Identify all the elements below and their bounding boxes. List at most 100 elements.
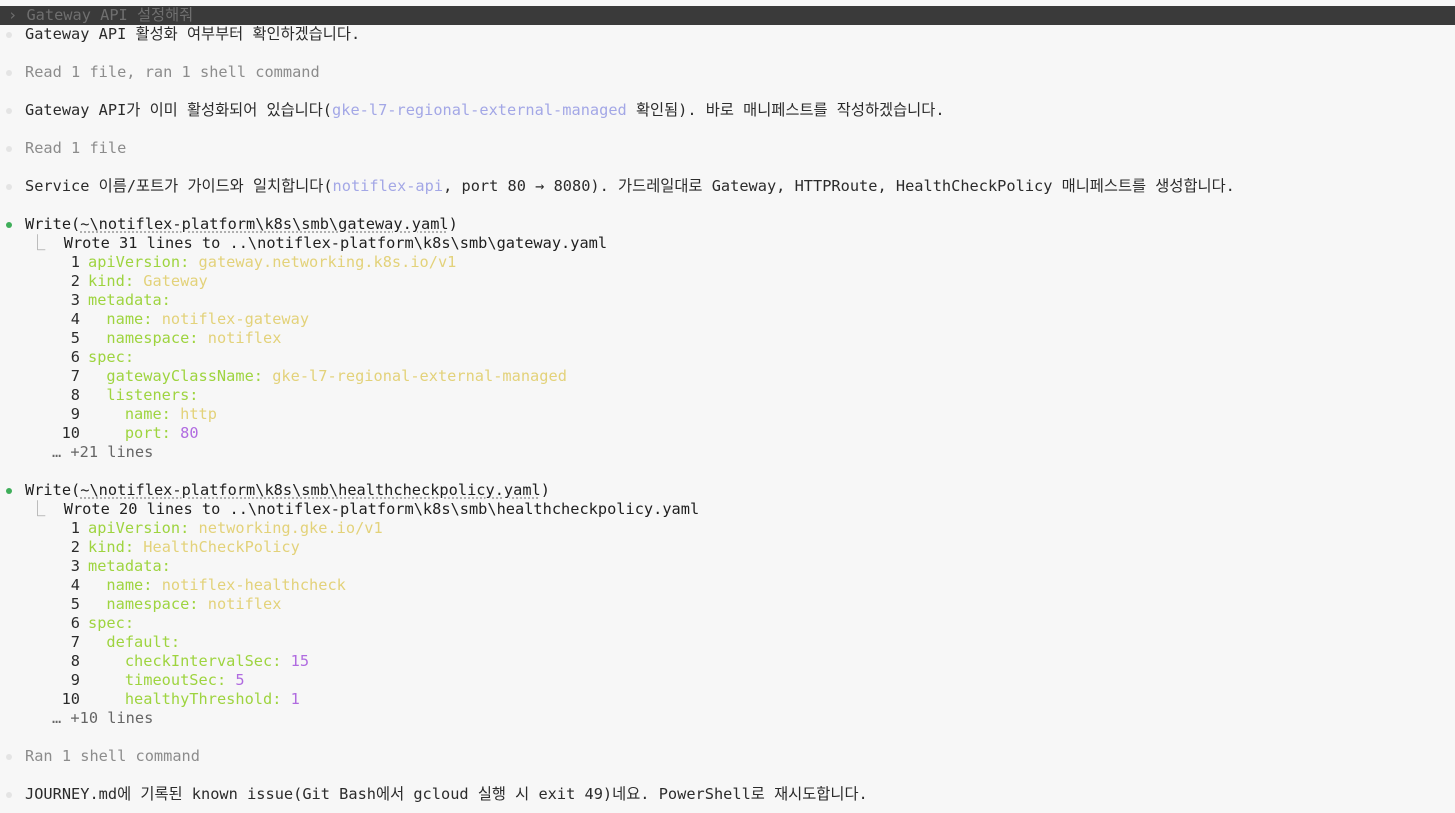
assistant-message: JOURNEY.md에 기록된 known issue(Git Bash에서 g… (25, 785, 868, 803)
message-text: , port 80 → 8080). 가드레일대로 Gateway, HTTPR… (443, 177, 1235, 195)
bullet-icon (6, 146, 12, 152)
tool-name: Write( (25, 481, 81, 499)
line-number: 4 (70, 310, 80, 328)
user-prompt: › Gateway API 설정해줘 (8, 6, 193, 25)
write-tool-call[interactable]: Write(~\notiflex-platform\k8s\smb\health… (25, 481, 550, 500)
code-line: 1 apiVersion: networking.gke.io/v1 (56, 519, 383, 538)
line-number: 7 (70, 633, 80, 651)
line-number: 5 (70, 595, 80, 613)
yaml-value: networking.gke.io/v1 (189, 519, 383, 537)
message-text: Service 이름/포트가 가이드와 일치합니다( (25, 177, 333, 195)
line-number: 9 (70, 405, 80, 423)
yaml-key: apiVersion: (88, 519, 190, 537)
file-path-link[interactable]: ~\notiflex-platform\k8s\smb\healthcheckp… (80, 481, 540, 499)
branch-icon: ⎿ (30, 234, 46, 252)
yaml-key: namespace: (106, 329, 199, 347)
write-tool-call[interactable]: Write(~\notiflex-platform\k8s\smb\gatewa… (25, 215, 458, 234)
yaml-key: name: (106, 576, 153, 594)
line-number: 8 (70, 652, 80, 670)
tool-result: ⎿ Wrote 20 lines to ..\notiflex-platform… (30, 500, 699, 519)
bullet-icon (6, 184, 12, 190)
message-text: 확인됨). 바로 매니페스트를 작성하겠습니다. (626, 101, 945, 119)
yaml-value: HealthCheckPolicy (134, 538, 300, 556)
bullet-icon (6, 32, 12, 38)
line-number: 5 (70, 329, 80, 347)
line-number: 6 (70, 614, 80, 632)
user-prompt-bar: › Gateway API 설정해줘 (0, 6, 1455, 25)
inline-code: gke-l7-regional-external-managed (332, 101, 627, 119)
code-line: 7 gatewayClassName: gke-l7-regional-exte… (56, 367, 567, 386)
yaml-value: Gateway (134, 272, 208, 290)
code-line: 3 metadata: (56, 557, 171, 576)
message-text: Gateway API가 이미 활성화되어 있습니다( (25, 101, 333, 119)
line-number: 4 (70, 576, 80, 594)
tool-summary[interactable]: Read 1 file (25, 139, 126, 158)
tool-result-text: Wrote 31 lines to ..\notiflex-platform\k… (63, 234, 608, 252)
yaml-key: namespace: (106, 595, 199, 613)
line-number: 3 (70, 291, 80, 309)
expand-more-lines[interactable]: … +10 lines (52, 709, 153, 728)
yaml-key: checkIntervalSec: (124, 652, 282, 670)
yaml-key: timeoutSec: (124, 671, 227, 689)
code-line: 10 healthyThreshold: 1 (56, 690, 300, 709)
yaml-number: 80 (170, 424, 199, 442)
code-line: 5 namespace: notiflex (56, 595, 282, 614)
code-line: 6 spec: (56, 614, 134, 633)
terminal-transcript: › Gateway API 설정해줘 Gateway API 활성화 여부부터 … (0, 0, 1455, 813)
tool-summary[interactable]: Ran 1 shell command (25, 747, 200, 766)
code-line: 6 spec: (56, 348, 134, 367)
line-number: 9 (70, 671, 80, 689)
yaml-key: spec: (88, 614, 135, 632)
success-dot-icon (6, 488, 12, 494)
tool-name: Write( (25, 215, 81, 233)
yaml-key: name: (124, 405, 171, 423)
yaml-key: listeners: (106, 386, 199, 404)
line-number: 2 (70, 272, 80, 290)
tool-close: ) (540, 481, 550, 499)
bullet-icon (6, 754, 12, 760)
tool-result-text: Wrote 20 lines to ..\notiflex-platform\k… (63, 500, 700, 518)
code-line: 3 metadata: (56, 291, 171, 310)
file-path-link[interactable]: ~\notiflex-platform\k8s\smb\gateway.yaml (80, 215, 448, 233)
inline-code: notiflex-api (332, 177, 444, 195)
line-number: 8 (70, 386, 80, 404)
bullet-icon (6, 108, 12, 114)
yaml-key: port: (124, 424, 171, 442)
yaml-key: metadata: (88, 291, 171, 309)
line-number: 2 (70, 538, 80, 556)
yaml-value: gke-l7-regional-external-managed (262, 367, 567, 385)
line-number: 10 (61, 690, 80, 708)
yaml-number: 15 (281, 652, 310, 670)
code-line: 8 listeners: (56, 386, 199, 405)
tool-result: ⎿ Wrote 31 lines to ..\notiflex-platform… (30, 234, 607, 253)
branch-icon: ⎿ (30, 500, 46, 518)
yaml-key: spec: (88, 348, 135, 366)
line-number: 7 (70, 367, 80, 385)
code-line: 4 name: notiflex-gateway (56, 310, 309, 329)
line-number: 1 (70, 519, 80, 537)
yaml-key: default: (106, 633, 181, 651)
yaml-value: gateway.networking.k8s.io/v1 (189, 253, 457, 271)
line-number: 3 (70, 557, 80, 575)
expand-more-lines[interactable]: … +21 lines (52, 443, 153, 462)
yaml-key: apiVersion: (88, 253, 190, 271)
yaml-key: kind: (88, 538, 135, 556)
yaml-key: gatewayClassName: (106, 367, 263, 385)
line-number: 6 (70, 348, 80, 366)
code-line: 10 port: 80 (56, 424, 199, 443)
yaml-value: notiflex (198, 329, 282, 347)
yaml-value: notiflex-healthcheck (152, 576, 346, 594)
code-line: 2 kind: HealthCheckPolicy (56, 538, 300, 557)
tool-summary[interactable]: Read 1 file, ran 1 shell command (25, 63, 320, 82)
assistant-message: Gateway API 활성화 여부부터 확인하겠습니다. (25, 25, 361, 43)
code-line: 2 kind: Gateway (56, 272, 208, 291)
